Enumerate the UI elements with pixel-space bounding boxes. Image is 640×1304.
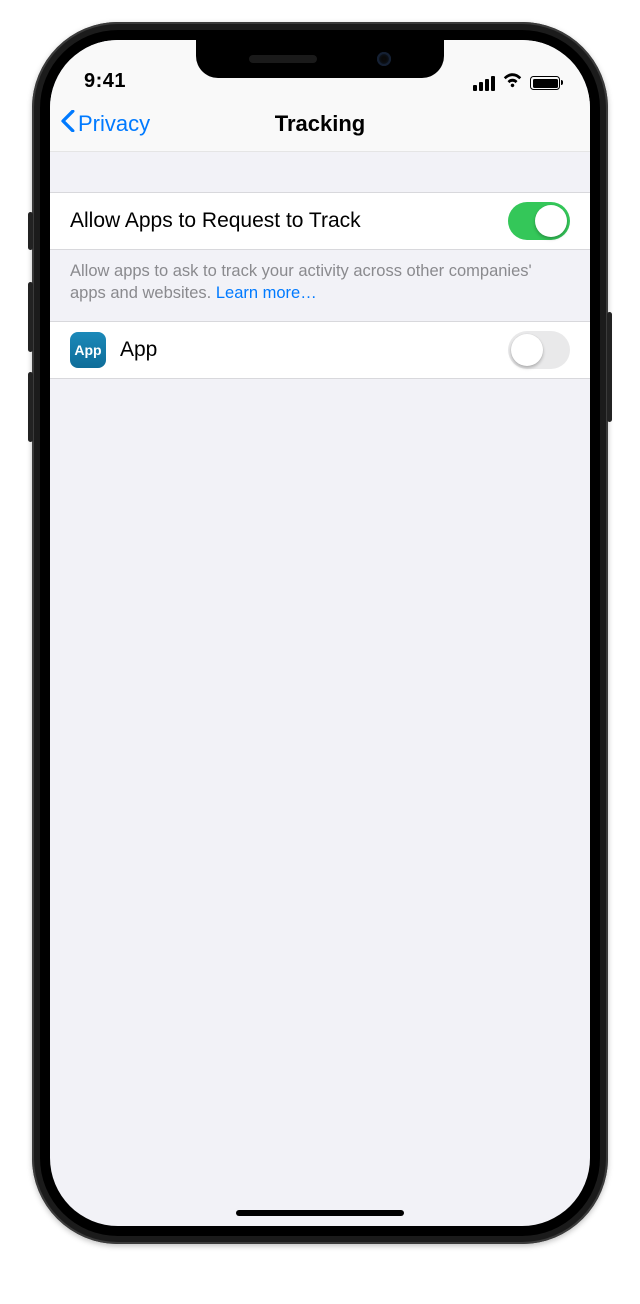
battery-icon [530, 76, 560, 90]
screen: 9:41 [50, 40, 590, 1226]
app-row: App App [50, 321, 590, 379]
home-indicator[interactable] [236, 1210, 404, 1216]
volume-up-button [28, 282, 33, 352]
notch [196, 40, 444, 78]
volume-down-button [28, 372, 33, 442]
front-camera [377, 52, 391, 66]
app-tracking-toggle[interactable] [508, 331, 570, 369]
cellular-signal-icon [473, 76, 495, 91]
chevron-left-icon [60, 110, 75, 138]
app-name: App [120, 338, 508, 362]
nav-bar: Privacy Tracking [50, 96, 590, 152]
allow-track-row: Allow Apps to Request to Track [50, 192, 590, 250]
allow-track-label: Allow Apps to Request to Track [70, 209, 508, 233]
allow-track-footer: Allow apps to ask to track your activity… [50, 250, 590, 321]
status-time: 9:41 [84, 70, 126, 93]
wifi-icon [502, 73, 523, 93]
allow-track-toggle[interactable] [508, 202, 570, 240]
side-button [607, 312, 612, 422]
app-icon: App [70, 332, 106, 368]
speaker-grille [249, 55, 317, 63]
device-frame: 9:41 [32, 22, 608, 1244]
learn-more-link[interactable]: Learn more… [216, 284, 317, 302]
back-label: Privacy [78, 111, 150, 137]
mute-switch [28, 212, 33, 250]
back-button[interactable]: Privacy [60, 110, 150, 138]
